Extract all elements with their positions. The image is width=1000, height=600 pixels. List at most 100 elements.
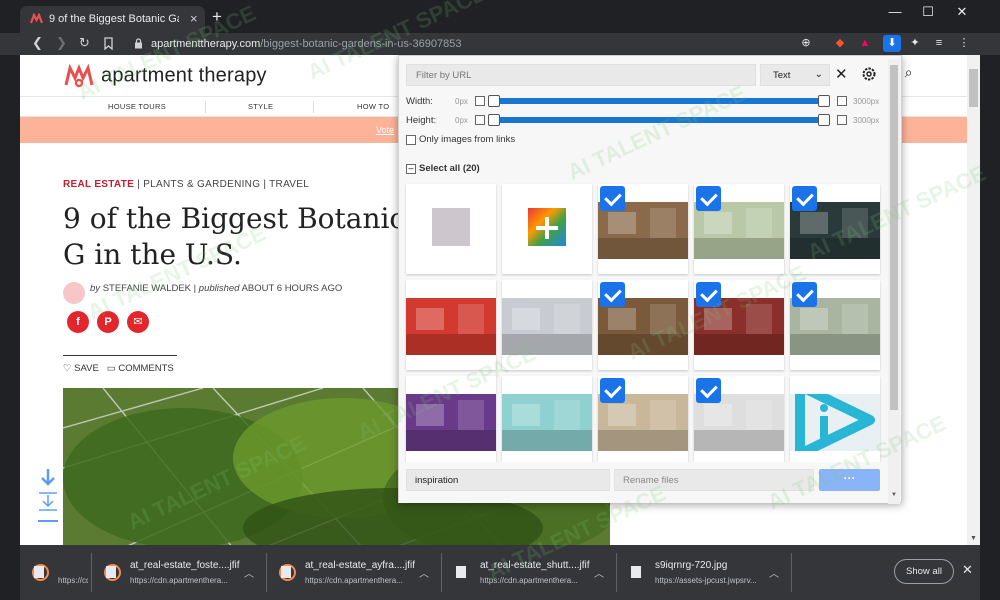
page-scrollbar[interactable] — [967, 55, 980, 545]
chevron-up-icon[interactable]: ︿ — [419, 565, 429, 580]
category-real-estate[interactable]: REAL ESTATE — [63, 179, 134, 190]
brave-rewards-icon[interactable]: ▲ — [856, 35, 874, 52]
chevron-up-icon[interactable]: ︿ — [769, 565, 779, 580]
selected-check-icon[interactable] — [792, 282, 817, 307]
scroll-down-arrow[interactable]: ▼ — [970, 535, 977, 542]
width-slider-track[interactable] — [494, 98, 824, 104]
height-max-checkbox[interactable] — [837, 115, 847, 125]
download-source: https://cdn.apartmenthera... — [130, 576, 228, 585]
selected-check-icon[interactable] — [696, 282, 721, 307]
save-button[interactable]: SAVE — [74, 363, 99, 374]
minimize-button[interactable]: — — [880, 4, 910, 19]
media-playlist-icon[interactable]: ≡ — [930, 35, 948, 52]
email-share-icon[interactable]: ✉ — [127, 311, 149, 333]
image-tile-a-frame-house[interactable] — [598, 280, 688, 370]
selected-check-icon[interactable] — [696, 378, 721, 403]
page-scroll-thumb[interactable] — [969, 69, 978, 107]
maximize-button[interactable]: ☐ — [913, 4, 943, 20]
extensions-icon[interactable]: ✦ — [906, 35, 924, 52]
folder-name-input[interactable]: inspiration — [406, 469, 610, 491]
tab-active[interactable]: 9 of the Biggest Botanic Gardens × — [20, 6, 205, 33]
popup-scrollbar[interactable] — [888, 59, 900, 504]
image-downloader-icon[interactable]: ⬇ — [883, 35, 901, 52]
thumbnail-plus-icon — [528, 208, 566, 246]
chevron-up-icon[interactable]: ︿ — [594, 565, 604, 580]
height-min-handle[interactable] — [488, 114, 500, 126]
settings-gear-icon[interactable] — [860, 64, 878, 84]
height-min-px: 0px — [455, 116, 468, 125]
nav-how-to[interactable]: HOW TO — [357, 102, 389, 111]
image-tile-white-house[interactable] — [790, 280, 880, 370]
filter-type-select[interactable]: Text ⌄ — [760, 64, 830, 86]
height-max-handle[interactable] — [818, 114, 830, 126]
lock-icon — [135, 38, 142, 49]
image-tile-folding-laundry[interactable] — [502, 376, 592, 466]
image-tile-dining-room[interactable] — [694, 376, 784, 466]
image-tile-grey-square[interactable] — [406, 184, 496, 274]
category-others[interactable]: PLANTS & GARDENING | TRAVEL — [143, 179, 309, 190]
tab-close-icon[interactable]: × — [190, 11, 198, 26]
width-min-handle[interactable] — [488, 95, 500, 107]
browser-menu-icon[interactable]: ⋮ — [955, 35, 973, 52]
width-max-handle[interactable] — [818, 95, 830, 107]
url-path: /biggest-botanic-gardens-in-us-36907853 — [260, 38, 462, 50]
author-avatar[interactable] — [63, 282, 85, 304]
download-item[interactable]: at_real-estate_ayfra....jfif https://cdn.… — [267, 545, 442, 600]
download-item[interactable]: at_real-estate_shutt....jfif https://cdn.… — [442, 545, 617, 600]
only-links-checkbox[interactable] — [406, 135, 416, 145]
download-button[interactable]: ··· — [819, 469, 880, 491]
nav-house-tours[interactable]: HOUSE TOURS — [108, 102, 166, 111]
filter-url-input[interactable]: Filter by URL — [406, 64, 756, 86]
selected-check-icon[interactable] — [792, 186, 817, 211]
width-min-checkbox[interactable] — [475, 96, 485, 106]
image-tile-mickey-mouse[interactable] — [406, 376, 496, 466]
reload-icon[interactable]: ↻ — [79, 35, 90, 51]
popup-scroll-down-arrow[interactable]: ▼ — [891, 492, 897, 498]
selected-check-icon[interactable] — [600, 282, 625, 307]
back-icon[interactable]: ❮ — [32, 35, 43, 51]
comment-icon[interactable]: ▭ — [107, 363, 116, 374]
selected-check-icon[interactable] — [600, 378, 625, 403]
image-tile-red-dress-woman[interactable] — [406, 280, 496, 370]
bookmark-icon[interactable] — [104, 37, 113, 50]
select-all-label[interactable]: Select all (20) — [419, 163, 480, 174]
facebook-share-icon[interactable]: f — [67, 311, 89, 333]
popup-scroll-thumb[interactable] — [890, 65, 898, 410]
image-tile-plants-room[interactable] — [694, 184, 784, 274]
selected-check-icon[interactable] — [696, 186, 721, 211]
heart-icon[interactable]: ♡ — [63, 363, 72, 374]
image-tile-empty-room[interactable] — [598, 376, 688, 466]
show-all-button[interactable]: Show all — [894, 559, 954, 584]
new-tab-button[interactable]: + — [212, 7, 222, 27]
promo-link[interactable]: Vote — [376, 125, 394, 135]
image-tile-play-logo[interactable] — [790, 376, 880, 466]
forward-icon[interactable]: ❯ — [56, 35, 67, 51]
image-tile-plus-icon[interactable] — [502, 184, 592, 274]
site-logo[interactable]: apartment therapy — [63, 63, 267, 89]
height-slider-track[interactable] — [494, 117, 824, 123]
close-shelf-icon[interactable]: ✕ — [962, 562, 973, 578]
image-tile-night-house[interactable] — [790, 184, 880, 274]
clear-filter-icon[interactable]: ✕ — [835, 65, 848, 83]
select-all-checkbox[interactable]: – — [406, 164, 416, 174]
image-tile-living-room[interactable] — [598, 184, 688, 274]
install-app-icon[interactable]: ⊕ — [797, 35, 815, 52]
download-item[interactable]: s9iqrnrg-720.jpg https://assets-jpcust.jw… — [617, 545, 792, 600]
download-item[interactable]: https://cd — [20, 545, 92, 600]
height-min-checkbox[interactable] — [475, 115, 485, 125]
brave-shield-icon[interactable]: ◆ — [831, 35, 849, 52]
author-name[interactable]: STEFANIE WALDEK — [103, 283, 191, 294]
chevron-up-icon[interactable]: ︿ — [244, 565, 254, 580]
pinterest-share-icon[interactable]: P — [97, 311, 119, 333]
selected-check-icon[interactable] — [600, 186, 625, 211]
nav-style[interactable]: STYLE — [248, 102, 273, 111]
width-max-checkbox[interactable] — [837, 96, 847, 106]
rename-files-input[interactable]: Rename files — [614, 469, 814, 491]
tab-strip: 9 of the Biggest Botanic Gardens × + — ☐… — [0, 0, 1000, 33]
address-bar[interactable]: apartmenttherapy.com/biggest-botanic-gar… — [120, 34, 820, 54]
download-item[interactable]: at_real-estate_foste....jfif https://cdn.… — [92, 545, 267, 600]
image-tile-laptop-typing[interactable] — [502, 280, 592, 370]
window-close-button[interactable]: ✕ — [947, 4, 977, 20]
image-tile-red-barn-house[interactable] — [694, 280, 784, 370]
comments-button[interactable]: COMMENTS — [118, 363, 173, 374]
